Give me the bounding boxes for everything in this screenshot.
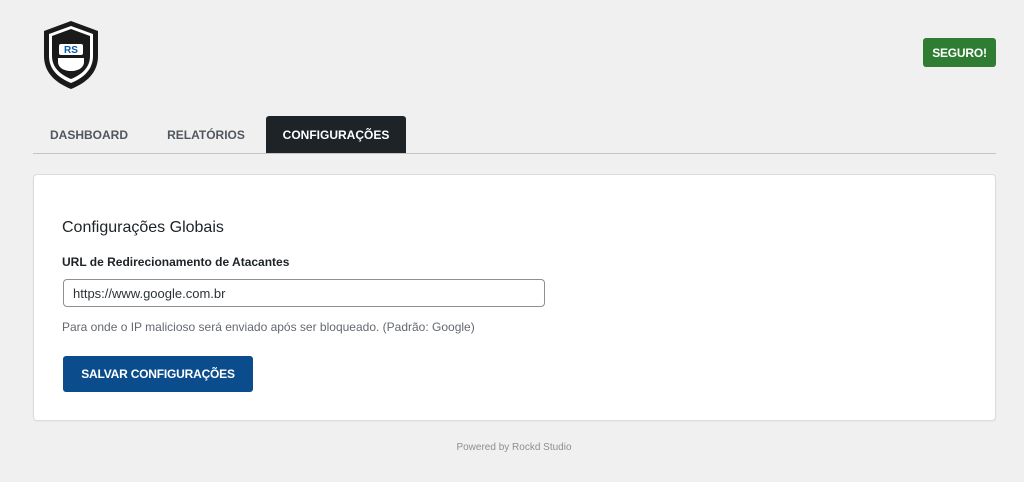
redirect-url-input[interactable] [63, 279, 545, 307]
save-settings-button[interactable]: SALVAR CONFIGURAÇÕES [63, 356, 253, 392]
shield-logo-icon: RS [42, 20, 100, 90]
tab-bar: DASHBOARD RELATÓRIOS CONFIGURAÇÕES [33, 116, 996, 154]
logo-text: RS [64, 45, 78, 56]
help-text: Para onde o IP malicioso será enviado ap… [62, 320, 475, 334]
settings-card: Configurações Globais URL de Redireciona… [33, 174, 996, 421]
tab-dashboard[interactable]: DASHBOARD [33, 116, 145, 153]
status-badge: SEGURO! [923, 38, 996, 67]
tab-configuracoes[interactable]: CONFIGURAÇÕES [266, 116, 406, 153]
footer-credit: Powered by Rockd Studio [456, 442, 572, 453]
section-title: Configurações Globais [62, 219, 224, 236]
tab-relatorios[interactable]: RELATÓRIOS [151, 116, 261, 153]
redirect-url-label: URL de Redirecionamento de Atacantes [62, 255, 290, 269]
